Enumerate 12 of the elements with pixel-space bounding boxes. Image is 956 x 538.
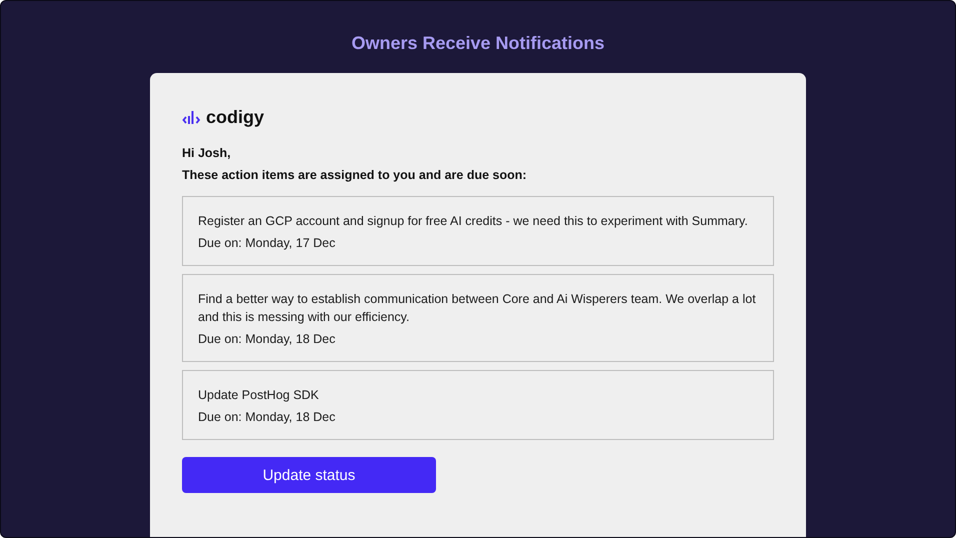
greeting: Hi Josh, xyxy=(182,146,232,160)
due-date: Due on: Monday, 18 Dec xyxy=(198,332,336,346)
intro-text: These action items are assigned to you and are due soon: xyxy=(182,168,528,182)
logo-icon xyxy=(182,110,202,126)
action-item-text: Update PostHog SDK xyxy=(198,387,320,404)
page-title: Owners Receive Notifications xyxy=(351,33,605,54)
action-item-text: Register an GCP account and signup for free AI credits - we need this to experiment with Summary. xyxy=(198,213,749,230)
due-date: Due on: Monday, 18 Dec xyxy=(198,410,336,424)
brand-name: codigy xyxy=(206,107,264,128)
action-item-text: Find a better way to establish communication between Core and Ai Wisperers team. We overlap a lot and this is messing with our efficiency. xyxy=(198,291,757,326)
update-status-button[interactable]: Update status xyxy=(182,457,436,493)
due-date: Due on: Monday, 17 Dec xyxy=(198,236,336,250)
